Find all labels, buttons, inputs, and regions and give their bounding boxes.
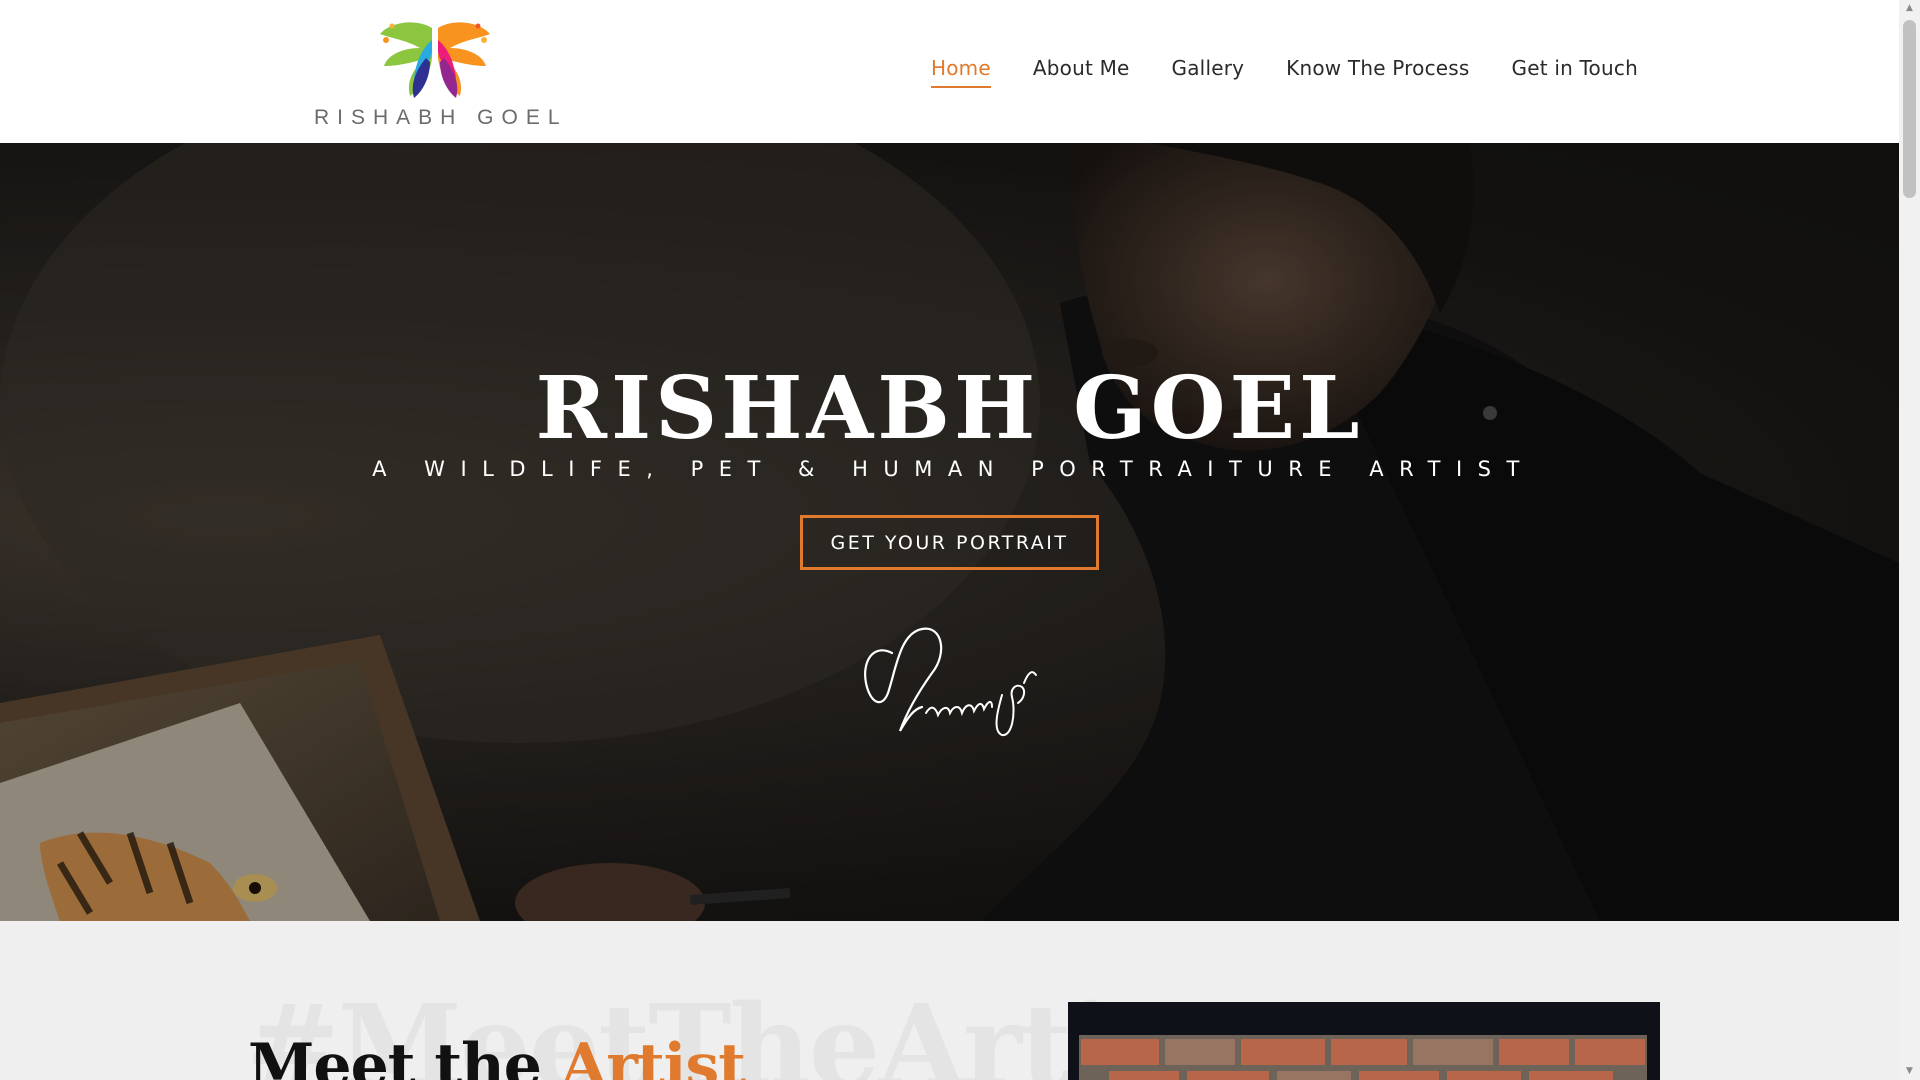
nav-item-know-the-process[interactable]: Know The Process bbox=[1286, 56, 1469, 88]
meet-the-artist-section: #MeetTheArtist Meet the Artist bbox=[0, 921, 1899, 1080]
hero-subtitle: A WILDLIFE, PET & HUMAN PORTRAITURE ARTI… bbox=[372, 457, 1535, 481]
artist-photo bbox=[1079, 1035, 1647, 1080]
heading-accent: Artist bbox=[560, 1031, 746, 1080]
nav-item-get-in-touch[interactable]: Get in Touch bbox=[1512, 56, 1638, 88]
site-logo[interactable]: RISHABH GOEL bbox=[314, 18, 568, 129]
section-heading: Meet the Artist bbox=[248, 1031, 746, 1080]
hero-section: RISHABH GOEL A WILDLIFE, PET & HUMAN POR… bbox=[0, 143, 1899, 921]
hero-title: RISHABH GOEL bbox=[535, 358, 1364, 459]
nav-item-about-me[interactable]: About Me bbox=[1033, 56, 1130, 88]
nav-item-gallery[interactable]: Gallery bbox=[1172, 56, 1245, 88]
main-nav: Home About Me Gallery Know The Process G… bbox=[931, 56, 1638, 88]
page-scrollbar[interactable]: ▲ ▼ bbox=[1899, 0, 1920, 1080]
chevron-down-icon[interactable]: ▼ bbox=[1899, 1063, 1920, 1080]
heading-prefix: Meet the bbox=[248, 1031, 542, 1080]
logo-wordmark: RISHABH GOEL bbox=[314, 106, 568, 129]
scrollbar-thumb[interactable] bbox=[1903, 20, 1916, 198]
nav-item-home[interactable]: Home bbox=[931, 56, 991, 88]
get-your-portrait-button[interactable]: GET YOUR PORTRAIT bbox=[800, 515, 1099, 570]
butterfly-logo-icon bbox=[380, 22, 490, 98]
chevron-up-icon[interactable]: ▲ bbox=[1899, 0, 1920, 17]
artist-signature bbox=[864, 627, 1037, 736]
artist-photo-frame bbox=[1068, 1002, 1660, 1080]
site-header: RISHABH GOEL Home About Me Gallery Know … bbox=[0, 0, 1899, 143]
